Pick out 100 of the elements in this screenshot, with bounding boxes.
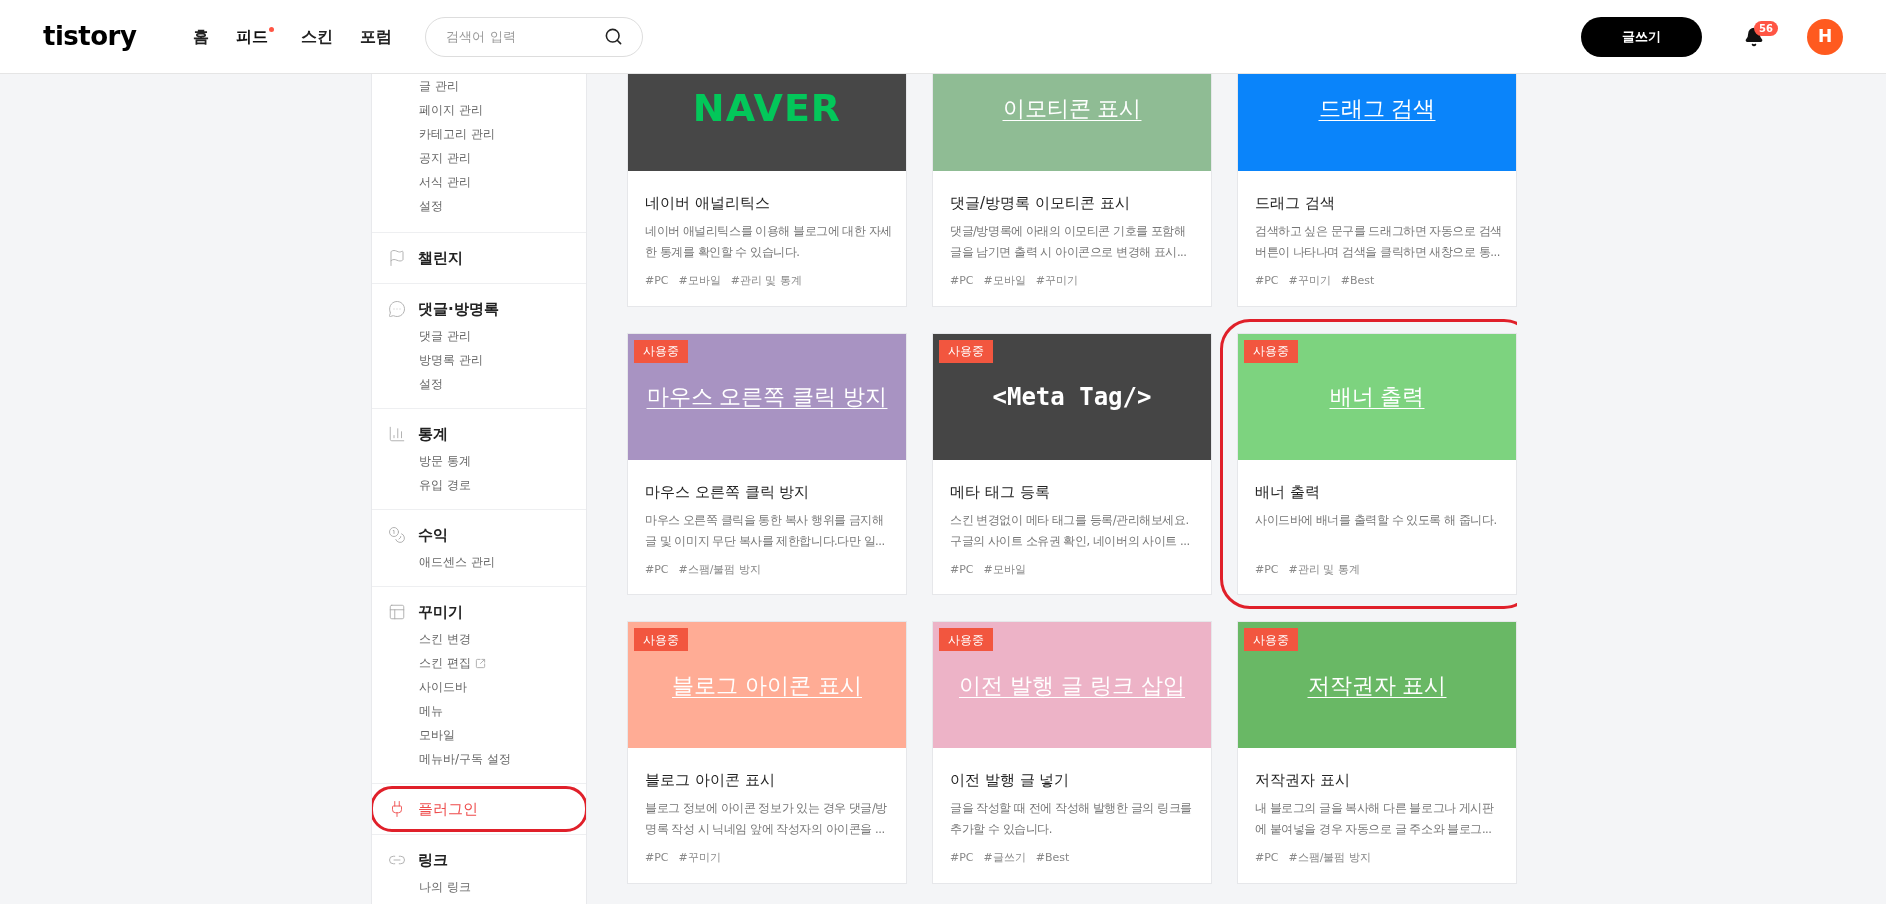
in-use-badge: 사용중 bbox=[939, 339, 993, 363]
tag[interactable]: #Best bbox=[1340, 273, 1375, 290]
tag[interactable]: #스팸/불펌 방지 bbox=[1288, 850, 1371, 867]
tag[interactable]: #관리 및 통계 bbox=[1288, 561, 1360, 578]
sidebar-item[interactable]: 페이지 관리 bbox=[419, 101, 483, 119]
sidebar-item[interactable]: 설정 bbox=[419, 375, 443, 393]
sidebar-heading[interactable]: 링크 bbox=[372, 847, 586, 873]
banner-title: 배너 출력 bbox=[1329, 383, 1425, 411]
sidebar-item[interactable]: 메뉴바/구독 설정 bbox=[419, 750, 511, 768]
sidebar-item[interactable]: 댓글 관리 bbox=[419, 327, 471, 345]
nav-link[interactable]: 스킨 bbox=[301, 24, 334, 49]
in-use-badge: 사용중 bbox=[634, 339, 688, 363]
banner-title: 드래그 검색 bbox=[1318, 94, 1436, 123]
sidebar-heading[interactable]: 댓글·방명록 bbox=[372, 296, 586, 322]
sidebar-item[interactable]: 사이드바 bbox=[419, 678, 467, 696]
sidebar-item[interactable]: 메뉴 bbox=[419, 702, 443, 720]
card-description: 구글의 사이트 소유권 확인, 네이버의 사이트 ... bbox=[950, 532, 1191, 550]
card-title: 저작권자 표시 bbox=[1255, 770, 1351, 790]
plugin-card[interactable]: 사용중 <Meta Tag/> 메타 태그 등록 스킨 변경없이 메타 태그를 등록/관리해보세요. 구글의 사이트 소유권 확인, 네이버의 사이트 ... #PC #모바일 bbox=[932, 332, 1212, 595]
card-description: 네이버 애널리틱스를 이용해 블로그에 대한 자세 bbox=[645, 223, 889, 240]
tag[interactable]: #PC bbox=[950, 850, 974, 867]
sidebar-item[interactable]: 공지 관리 bbox=[419, 149, 471, 167]
card-title: 블로그 아이콘 표시 bbox=[645, 770, 776, 790]
tag[interactable]: #PC bbox=[1255, 273, 1279, 290]
nav-link[interactable]: 홈 bbox=[193, 24, 210, 49]
tag[interactable]: #PC bbox=[645, 561, 669, 578]
in-use-badge: 사용중 bbox=[634, 628, 688, 651]
card-description: 글 및 이미지 무단 복사를 제한합니다.다만 일... bbox=[645, 532, 886, 550]
sidebar-item[interactable]: 카테고리 관리 bbox=[419, 125, 495, 143]
card-description: 사이드바에 배너를 출력할 수 있도록 해 줍니다. bbox=[1255, 511, 1498, 529]
sidebar-item[interactable]: 모바일 bbox=[419, 726, 455, 744]
card-description: 버튼이 나타나며 검색을 클릭하면 새창으로 통... bbox=[1255, 244, 1499, 261]
card-description: 추가할 수 있습니다. bbox=[950, 821, 1053, 838]
plugin-card[interactable]: NAVER 네이버 애널리틱스 네이버 애널리틱스를 이용해 블로그에 대한 자세 한 통계를 확인할 수 있습니다. #PC #모바일 #관리 및 통계 bbox=[627, 74, 907, 307]
card-description: 에 붙여넣을 경우 자동으로 글 주소와 블로그... bbox=[1255, 821, 1493, 838]
sidebar-item[interactable]: 설정 bbox=[419, 197, 443, 215]
in-use-badge: 사용중 bbox=[939, 628, 993, 651]
nav-link[interactable]: 포럼 bbox=[360, 24, 393, 49]
plugin-card[interactable]: 사용중 배너 출력 배너 출력 사이드바에 배너를 출력할 수 있도록 해 줍니다. #PC #관리 및 통계 bbox=[1237, 332, 1517, 595]
sidebar-heading[interactable]: 챌린지 bbox=[372, 245, 586, 271]
sidebar-heading[interactable]: 꾸미기 bbox=[372, 599, 586, 625]
banner-title: 이전 발행 글 링크 삽입 bbox=[959, 671, 1185, 700]
sidebar-item[interactable]: 스킨 변경 bbox=[419, 630, 471, 648]
plugin-card[interactable]: 드래그 검색 드래그 검색 검색하고 싶은 문구를 드래그하면 자동으로 검색 버튼이 나타나며 검색을 클릭하면 새창으로 통... #PC #꾸미기 #Best bbox=[1237, 74, 1517, 307]
sidebar-heading[interactable]: 수익 bbox=[372, 522, 586, 548]
tag[interactable]: #PC bbox=[950, 561, 974, 578]
card-title: 메타 태그 등록 bbox=[950, 481, 1051, 502]
sidebar-heading[interactable]: 통계 bbox=[372, 421, 586, 447]
in-use-badge: 사용중 bbox=[1244, 339, 1298, 363]
tag[interactable]: #PC bbox=[1255, 561, 1279, 578]
tag[interactable]: #PC bbox=[1255, 850, 1279, 867]
card-description: 글을 작성할 때 전에 작성해 발행한 글의 링크를 bbox=[950, 800, 1193, 817]
sidebar-item[interactable]: 방명록 관리 bbox=[419, 351, 483, 369]
tag[interactable]: #모바일 bbox=[983, 561, 1026, 578]
banner-title: 블로그 아이콘 표시 bbox=[672, 671, 862, 700]
coins-icon bbox=[388, 526, 406, 544]
tag[interactable]: #스팸/불펌 방지 bbox=[678, 561, 761, 578]
notification-count: 56 bbox=[1754, 20, 1778, 36]
tag[interactable]: #Best bbox=[1035, 850, 1070, 867]
tag[interactable]: #관리 및 통계 bbox=[730, 273, 802, 290]
tag[interactable]: #PC bbox=[645, 273, 669, 290]
tag[interactable]: #PC bbox=[645, 850, 669, 867]
search-icon[interactable] bbox=[604, 26, 624, 46]
bar-chart-icon bbox=[388, 425, 406, 443]
sidebar-item[interactable]: 유입 경로 bbox=[419, 476, 471, 494]
sidebar-item[interactable]: 나의 링크 bbox=[419, 878, 471, 896]
tag[interactable]: #글쓰기 bbox=[983, 850, 1026, 867]
card-description: 글을 남기면 출력 시 아이콘으로 변경해 표시... bbox=[950, 244, 1188, 261]
logo[interactable]: tistory bbox=[43, 17, 137, 56]
plugin-card[interactable]: 이모티콘 표시 댓글/방명록 이모티콘 표시 댓글/방명록에 아래의 이모티콘 기호를 포함해 글을 남기면 출력 시 아이콘으로 변경해 표시... #PC #모바일 #꾸미기 bbox=[932, 74, 1212, 307]
plugin-card[interactable]: 사용중 마우스 오른쪽 클릭 방지 마우스 오른쪽 클릭 방지 마우스 오른쪽 클릭을 통한 복사 행위를 금지해 글 및 이미지 무단 복사를 제한합니다.다만 일... #PC #스팸/불펌 방지 bbox=[627, 332, 907, 595]
card-title: 네이버 애널리틱스 bbox=[645, 193, 771, 213]
tag[interactable]: #모바일 bbox=[983, 273, 1026, 290]
sidebar-item[interactable]: 스킨 편집 bbox=[419, 654, 471, 672]
tag[interactable]: #꾸미기 bbox=[1288, 273, 1331, 290]
card-title: 드래그 검색 bbox=[1255, 193, 1336, 213]
card-description: 블로그 정보에 아이콘 정보가 있는 경우 댓글/방 bbox=[645, 800, 888, 817]
search-field[interactable]: 검색어 입력 bbox=[425, 16, 644, 57]
card-description: 스킨 변경없이 메타 태그를 등록/관리해보세요. bbox=[950, 511, 1190, 529]
card-description: 검색하고 싶은 문구를 드래그하면 자동으로 검색 bbox=[1255, 223, 1499, 240]
sidebar-item[interactable]: 글 관리 bbox=[419, 77, 459, 95]
in-use-badge: 사용중 bbox=[1244, 628, 1298, 651]
tag[interactable]: #꾸미기 bbox=[1035, 273, 1078, 290]
card-title: 마우스 오른쪽 클릭 방지 bbox=[645, 481, 811, 502]
sidebar-heading[interactable]: 플러그인 bbox=[372, 796, 586, 822]
chat-bubble-icon bbox=[388, 300, 406, 318]
card-description: 마우스 오른쪽 클릭을 통한 복사 행위를 금지해 bbox=[645, 511, 885, 529]
sidebar-item[interactable]: 방문 통계 bbox=[419, 452, 471, 470]
tag[interactable]: #PC bbox=[950, 273, 974, 290]
tag[interactable]: #꾸미기 bbox=[678, 850, 721, 867]
card-description: 댓글/방명록에 아래의 이모티콘 기호를 포함해 bbox=[950, 223, 1187, 240]
banner-title: 이모티콘 표시 bbox=[1002, 94, 1142, 123]
write-button[interactable]: 글쓰기 bbox=[1581, 16, 1702, 57]
sidebar-item[interactable]: 애드센스 관리 bbox=[419, 553, 495, 571]
plugin-card[interactable]: 사용중 블로그 아이콘 표시 블로그 아이콘 표시 블로그 정보에 아이콘 정보가 있는 경우 댓글/방 명록 작성 시 닉네임 앞에 작성자의 아이콘을 ... #PC #꾸미기 bbox=[627, 621, 907, 884]
sidebar-item[interactable]: 서식 관리 bbox=[419, 173, 471, 191]
nav-link[interactable]: 피드 bbox=[236, 24, 275, 49]
plugin-card[interactable]: 사용중 저작권자 표시 저작권자 표시 내 블로그의 글을 복사해 다른 블로그나 게시판 에 붙여넣을 경우 자동으로 글 주소와 블로그... #PC #스팸/불펌 방지 bbox=[1237, 621, 1517, 884]
tag[interactable]: #모바일 bbox=[678, 273, 721, 290]
plugin-card[interactable]: 사용중 이전 발행 글 링크 삽입 이전 발행 글 넣기 글을 작성할 때 전에 작성해 발행한 글의 링크를 추가할 수 있습니다. #PC #글쓰기 #Best bbox=[932, 621, 1212, 884]
